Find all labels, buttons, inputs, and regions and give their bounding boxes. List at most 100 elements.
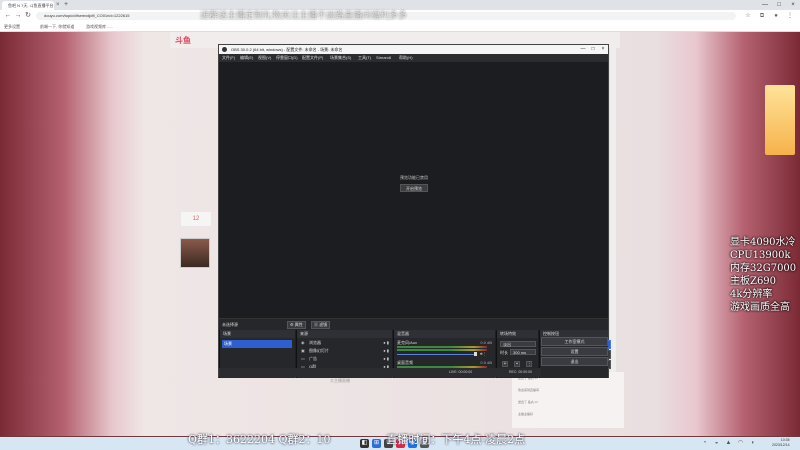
browser-source-icon: ◉ — [301, 340, 305, 345]
source-item[interactable]: ◉ 浏览器 ● ▮ — [301, 340, 389, 346]
obs-close-icon[interactable]: × — [598, 45, 608, 54]
profile-icon[interactable]: ● — [772, 10, 780, 22]
obs-maximize-icon[interactable]: □ — [588, 45, 598, 54]
menu-scene-collection[interactable]: 场景集合(S) — [330, 54, 351, 62]
text-source-icon: ▭ — [301, 356, 305, 361]
speaker-icon[interactable]: 🔊︎⋮ — [480, 351, 487, 356]
forward-icon[interactable]: → — [14, 10, 22, 22]
transition-select[interactable]: 淡出 — [500, 341, 536, 347]
bookmark-item[interactable]: 游戏视频库 - ... — [86, 22, 113, 32]
visibility-lock-icon[interactable]: ● ▮ — [383, 340, 389, 346]
clock[interactable]: 10:35 2023/12/14 — [772, 438, 790, 448]
transitions-title: 转场特效 — [497, 330, 538, 338]
menu-tools[interactable]: 工具(T) — [358, 54, 371, 62]
site-logo[interactable]: 斗鱼 — [175, 35, 191, 46]
spec-line: 内存32G7000 — [730, 263, 797, 274]
tray-icon[interactable]: ◒ — [712, 439, 721, 448]
tray-icon[interactable]: ◔ — [700, 439, 709, 448]
menu-docks[interactable]: 停靠窗口(D) — [276, 54, 298, 62]
bookmark-item[interactable]: 更多设置 — [4, 22, 20, 32]
spec-line: 主板Z690 — [730, 276, 777, 287]
clock-date: 2023/12/14 — [772, 443, 790, 447]
live-status: LIVE: 00:00:00 — [449, 370, 473, 374]
volume-slider[interactable] — [397, 354, 475, 355]
image-slideshow-icon: ▣ — [301, 348, 305, 353]
mixer-track-db: 0.0 dB — [480, 340, 492, 345]
filters-button[interactable]: ▥ 滤镜 — [311, 321, 331, 329]
mixer-track-db: 0.0 dB — [480, 360, 492, 365]
volume-knob[interactable] — [474, 352, 477, 356]
volume-icon[interactable]: ◖ — [748, 439, 757, 448]
settings-button[interactable]: 设置 — [541, 347, 608, 356]
audio-meter — [397, 349, 487, 351]
rec-status: REC: 00:00:00 — [509, 370, 532, 374]
menu-view[interactable]: 视图(V) — [258, 54, 271, 62]
spec-line: 4k分辨率 — [730, 289, 773, 300]
remove-transition-icon[interactable]: ▪ — [514, 361, 520, 367]
sources-title: 来源 — [297, 330, 392, 338]
source-name: 广告 — [309, 356, 317, 361]
promo-banner[interactable] — [765, 85, 795, 155]
follow-count[interactable]: 12 — [181, 212, 211, 226]
visibility-lock-icon[interactable]: ● ▮ — [383, 356, 389, 362]
duration-field[interactable]: 300 ms — [510, 349, 536, 355]
menu-stream8[interactable]: Stream8 — [376, 54, 391, 62]
menu-help[interactable]: 帮助(H) — [399, 54, 413, 62]
duration-label: 时长 — [500, 350, 508, 355]
obs-logo-icon — [222, 47, 227, 52]
scrollbar[interactable] — [610, 48, 616, 428]
chat-line: 主播主播好 — [518, 412, 534, 416]
new-tab-icon[interactable]: + — [64, 0, 68, 10]
spec-line: 游戏画质全高 — [730, 302, 790, 313]
obs-minimize-icon[interactable]: — — [578, 45, 588, 54]
bookmark-item[interactable]: 前端一下, 你就知道 — [40, 22, 74, 32]
context-bar: 未选择源 ⚙ 属性 ▥ 滤镜 — [219, 318, 608, 330]
source-name: 浏览器 — [309, 340, 321, 345]
extensions-icon[interactable]: ⧉ — [758, 10, 766, 22]
start-preview-button[interactable]: 开启预览 — [400, 184, 428, 192]
source-item[interactable]: ▭ 广告 ● ▮ — [301, 356, 389, 362]
wifi-icon[interactable]: ◠ — [736, 439, 745, 448]
qq-group-banner: Q群1：3622204 Q群2：10 直播时间：下午4点-凌晨2点 — [188, 433, 526, 446]
tray-icon[interactable]: ▲ — [724, 439, 733, 448]
star-icon[interactable]: ☆ — [744, 10, 752, 22]
below-video-text: 大主播直播 — [330, 378, 350, 383]
obs-menu-bar: 文件(F) 编辑(E) 视图(V) 停靠窗口(D) 配置文件(P) 场景集合(S… — [219, 54, 608, 62]
maximize-icon[interactable]: □ — [772, 0, 786, 10]
reload-icon[interactable]: ↻ — [24, 10, 32, 22]
menu-icon[interactable]: ⋮ — [786, 10, 794, 22]
menu-profile[interactable]: 配置文件(P) — [302, 54, 323, 62]
obs-preview[interactable]: 预览功能已禁用 开启预览 — [219, 62, 608, 318]
chat-panel: 送出了 鱼丸 x1 欢迎来到直播间 送出了 鱼丸 x1 主播主播好 — [512, 372, 624, 428]
transition-menu-icon[interactable]: ⋮ — [526, 361, 532, 367]
minimize-icon[interactable]: — — [758, 0, 772, 10]
obs-title: OBS 30.0.2 (64 bit, windows) - 配置文件: 未命名… — [219, 45, 608, 54]
audio-meter — [397, 346, 487, 348]
close-tab-icon[interactable]: × — [56, 1, 60, 9]
back-icon[interactable]: ← — [4, 10, 12, 22]
chat-line: 送出了 鱼丸 x1 — [518, 400, 538, 404]
visibility-lock-icon[interactable]: ● ▮ — [383, 348, 389, 354]
add-transition-icon[interactable]: + — [502, 361, 508, 367]
properties-button[interactable]: ⚙ 属性 — [287, 321, 306, 329]
preview-disabled-text: 预览功能已禁用 — [400, 175, 428, 180]
spec-line: CPU13900k — [730, 250, 791, 261]
scenes-title: 场景 — [220, 330, 295, 338]
menu-file[interactable]: 文件(F) — [222, 54, 235, 62]
browser-tab[interactable]: 鱼吧 N 7天, 斗鱼直播平台 — [2, 1, 54, 10]
exit-button[interactable]: 退出 — [541, 357, 608, 366]
avatar[interactable] — [180, 238, 210, 268]
mixer-title: 混音器 — [394, 330, 495, 338]
controls-dock-extra: 工作室模式 设置 退出 — [541, 337, 608, 377]
scene-item[interactable]: 场景 — [222, 340, 292, 348]
studio-mode-button[interactable]: 工作室模式 — [541, 337, 608, 346]
source-item[interactable]: ▣ 图像幻灯片 ● ▮ — [301, 348, 389, 354]
chat-line: 欢迎来到直播间 — [518, 388, 540, 392]
top-scrolling-text: 进群送主播定制礼物关注主播不迷路直播间福利多多 — [200, 10, 408, 20]
spec-line: 显卡4090水冷 — [730, 237, 796, 248]
bookmarks-bar: 更多设置 前端一下, 你就知道 游戏视频库 - ... — [0, 22, 800, 32]
window-close-icon[interactable]: × — [786, 0, 800, 10]
menu-edit[interactable]: 编辑(E) — [240, 54, 253, 62]
obs-window: OBS 30.0.2 (64 bit, windows) - 配置文件: 未命名… — [218, 44, 611, 378]
source-name: 图像幻灯片 — [309, 348, 329, 353]
